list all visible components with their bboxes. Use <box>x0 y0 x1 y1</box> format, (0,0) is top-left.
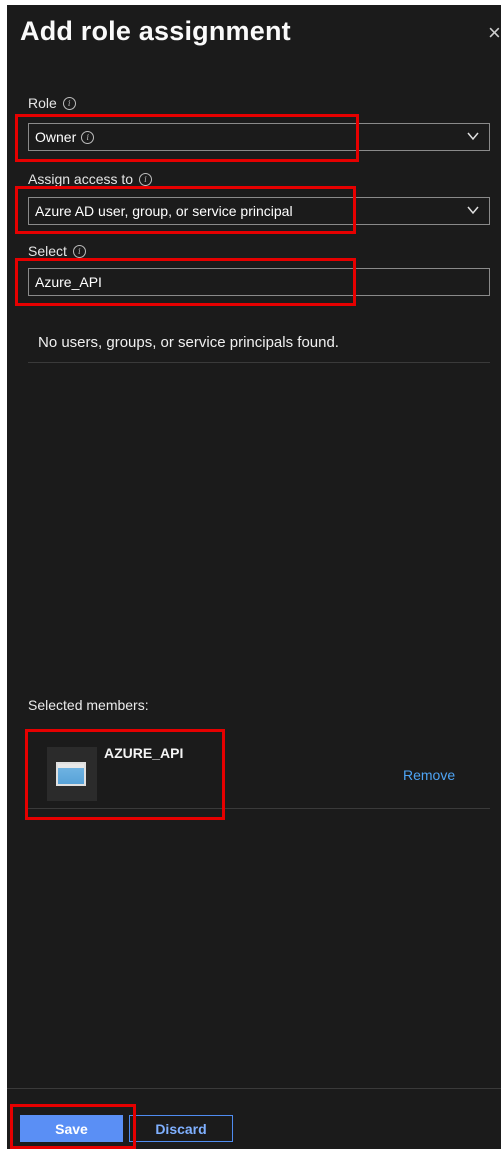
select-search-input[interactable]: Azure_API <box>28 268 490 296</box>
close-icon[interactable]: × <box>488 20 501 46</box>
no-results-message: No users, groups, or service principals … <box>38 334 339 351</box>
assign-access-label: Assign access to <box>28 171 134 187</box>
panel-title: Add role assignment <box>20 16 291 46</box>
role-dropdown[interactable]: Owner i <box>28 123 490 151</box>
chevron-down-icon <box>467 206 479 215</box>
results-divider <box>28 362 490 363</box>
info-icon[interactable]: i <box>62 96 76 110</box>
member-name: AZURE_API <box>104 745 184 761</box>
select-input-value: Azure_API <box>35 274 102 290</box>
discard-button[interactable]: Discard <box>129 1115 233 1142</box>
role-value: Owner <box>35 129 77 145</box>
role-label: Role <box>28 95 57 111</box>
select-label: Select <box>28 243 67 259</box>
selected-members-label: Selected members: <box>28 697 149 713</box>
app-window-icon <box>56 762 86 786</box>
info-icon[interactable]: i <box>81 130 95 144</box>
role-label-row: Role i <box>28 95 76 111</box>
info-icon[interactable]: i <box>72 244 86 258</box>
assign-access-dropdown[interactable]: Azure AD user, group, or service princip… <box>28 197 490 225</box>
select-label-row: Select i <box>28 243 86 259</box>
save-button[interactable]: Save <box>20 1115 123 1142</box>
assign-access-value: Azure AD user, group, or service princip… <box>35 203 293 219</box>
member-avatar <box>47 747 97 801</box>
info-icon[interactable]: i <box>139 172 153 186</box>
members-divider <box>28 808 490 809</box>
remove-member-link[interactable]: Remove <box>403 767 455 783</box>
footer-divider <box>7 1088 501 1089</box>
chevron-down-icon <box>467 132 479 141</box>
assign-access-label-row: Assign access to i <box>28 171 153 187</box>
